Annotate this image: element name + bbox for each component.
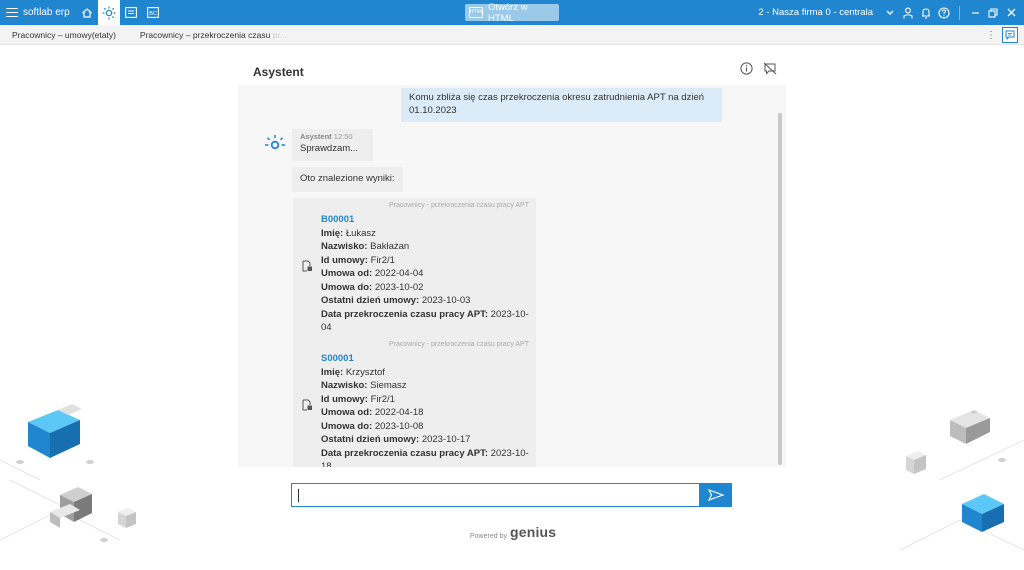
result-card: Pracownicy - przekroczenia czasu pracy A…	[293, 337, 536, 467]
user-icon	[903, 7, 913, 18]
chat-scrollbar[interactable]	[778, 113, 782, 465]
open-in-html-button[interactable]: HTML Otwórz w HTML	[465, 1, 559, 24]
close-icon	[1007, 8, 1015, 17]
tab-pracownicy-przekroczenia[interactable]: Pracownicy – przekroczenia czasu pr...	[128, 30, 299, 40]
restore-button[interactable]	[984, 0, 1002, 25]
tab-pracownicy-umowy[interactable]: Pracownicy – umowy(etaty)	[0, 30, 128, 40]
powered-by-label: Powered by	[470, 533, 507, 540]
chat-area: Komu zbliża się czas przekroczenia okres…	[238, 85, 786, 467]
field-umowa-do: Umowa do: 2023-10-02	[321, 281, 424, 293]
user-message: Komu zbliża się czas przekroczenia okres…	[401, 88, 722, 122]
message-meta: Asystent 12:50	[300, 132, 365, 141]
screen-button[interactable]	[120, 0, 142, 25]
field-umowa-do: Umowa do: 2023-10-08	[321, 420, 424, 432]
field-ostatni-dzien: Ostatni dzień umowy: 2023-10-03	[321, 295, 471, 306]
bc-icon: BC	[146, 7, 159, 18]
document-icon	[302, 260, 312, 272]
close-button[interactable]	[1002, 0, 1020, 25]
result-source: Pracownicy - przekroczenia czasu pracy A…	[388, 202, 529, 209]
menu-icon	[6, 8, 18, 17]
user-button[interactable]	[899, 0, 917, 25]
field-nazwisko: Nazwisko: Siemasz	[321, 380, 407, 391]
sun-icon	[102, 6, 116, 19]
field-nazwisko: Nazwisko: Bakłażan	[321, 241, 410, 252]
more-options-icon[interactable]: ⋮	[986, 30, 996, 41]
bot-name: Asystent	[300, 132, 332, 141]
app-name: softlab erp	[23, 7, 70, 18]
notifications-button[interactable]	[917, 0, 935, 25]
html-icon: HTML	[469, 7, 484, 18]
tab-label-fade: pr...	[272, 29, 287, 40]
tab-label: Pracownicy – przekroczenia czasu	[139, 29, 273, 40]
send-button[interactable]	[700, 483, 732, 507]
chat-toggle-button[interactable]	[1002, 27, 1018, 43]
field-data-przekroczenia: Data przekroczenia czasu pracy APT: 2023…	[321, 308, 529, 334]
assistant-button[interactable]	[97, 0, 120, 25]
field-umowa-od: Umowa od: 2022-04-04	[321, 268, 424, 279]
home-button[interactable]	[76, 0, 98, 25]
clear-chat-button[interactable]	[763, 62, 777, 80]
chat-icon	[1005, 30, 1015, 40]
open-in-html-label: Otwórz w HTML	[488, 1, 528, 24]
top-bar: softlab erp BC HTML Otwórz w HTML 2 - Na…	[0, 0, 1024, 25]
company-selector[interactable]: 2 - Nasza firma 0 - centrala	[758, 7, 873, 18]
info-icon	[740, 62, 753, 75]
field-data-przekroczenia: Data przekroczenia czasu pracy APT: 2023…	[321, 447, 529, 468]
text-cursor	[298, 489, 299, 502]
assistant-message: Asystent 12:50 Sprawdzam...	[292, 129, 373, 161]
message-time: 12:50	[333, 132, 353, 141]
result-id-link[interactable]: B00001	[321, 213, 529, 227]
info-button[interactable]	[740, 62, 753, 80]
help-icon	[938, 6, 950, 19]
assistant-title: Asystent	[253, 65, 304, 79]
help-button[interactable]	[935, 0, 953, 25]
result-source: Pracownicy - przekroczenia czasu pracy A…	[388, 341, 529, 348]
genius-logo: genius	[509, 524, 557, 540]
results-header: Oto znalezione wyniki:	[292, 167, 403, 192]
restore-icon	[988, 7, 998, 18]
field-ostatni-dzien: Ostatni dzień umowy: 2023-10-17	[321, 434, 471, 445]
field-imie: Imię: Krzysztof	[321, 366, 385, 378]
result-id-link[interactable]: S00001	[321, 352, 529, 366]
bot-text: Sprawdzam...	[300, 143, 359, 154]
field-id-umowy: Id umowy: Fir2/1	[321, 254, 395, 266]
separator	[959, 5, 960, 20]
app-menu-button[interactable]: softlab erp	[0, 0, 76, 25]
bc-button[interactable]: BC	[142, 0, 164, 25]
assistant-avatar-icon	[265, 135, 285, 150]
home-icon	[81, 7, 92, 18]
powered-by: Powered by genius	[470, 524, 556, 540]
field-imie: Imię: Łukasz	[321, 227, 376, 239]
svg-text:BC: BC	[149, 11, 157, 17]
document-icon	[302, 399, 312, 411]
field-umowa-od: Umowa od: 2022-04-18	[321, 407, 424, 418]
decorative-shapes-left	[0, 404, 136, 542]
chat-off-icon	[763, 62, 777, 75]
minimize-icon	[971, 12, 979, 14]
result-card: Pracownicy - przekroczenia czasu pracy A…	[293, 198, 536, 340]
minimize-button[interactable]	[966, 0, 984, 25]
screen-icon	[124, 7, 137, 18]
decorative-shapes-right	[899, 410, 1024, 551]
bell-icon	[922, 7, 930, 18]
message-input[interactable]	[291, 483, 700, 507]
company-dropdown-button[interactable]	[881, 0, 899, 25]
send-icon	[708, 489, 724, 501]
field-id-umowy: Id umowy: Fir2/1	[321, 393, 395, 405]
chevron-down-icon	[886, 10, 894, 15]
tab-bar: Pracownicy – umowy(etaty) Pracownicy – p…	[0, 25, 1024, 45]
